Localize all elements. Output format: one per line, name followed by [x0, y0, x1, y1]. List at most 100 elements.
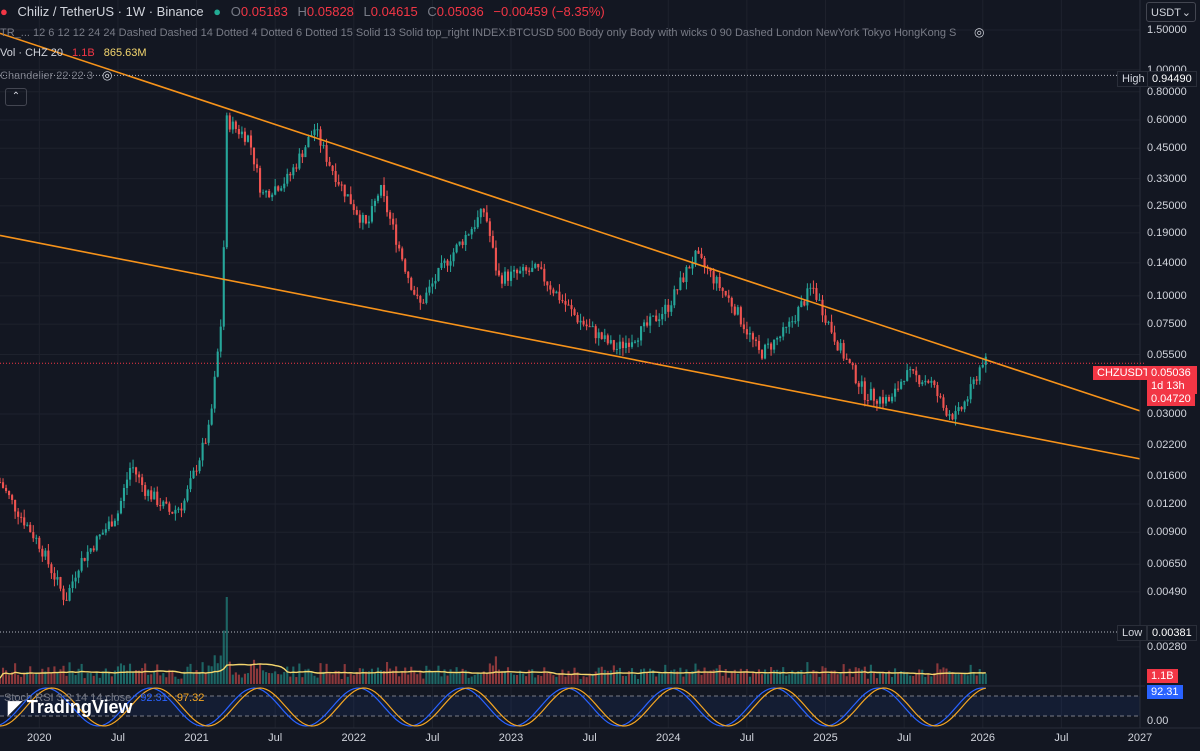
volume-bar: [47, 667, 50, 684]
candle-body: [760, 349, 764, 359]
volume-bar: [298, 663, 301, 684]
candle-body: [627, 342, 631, 347]
symbol-title[interactable]: Chiliz / TetherUS · 1W · Binance: [17, 4, 203, 19]
candle-body: [930, 380, 933, 383]
visibility-eye-icon[interactable]: ◎: [974, 25, 984, 39]
price-axis-label: 0.80000: [1147, 85, 1187, 98]
candle-body: [343, 184, 346, 197]
volume-bar: [452, 673, 455, 684]
candle-body: [757, 340, 761, 350]
volume-bar: [373, 673, 377, 684]
chart-canvas[interactable]: [0, 0, 1200, 751]
candle-body: [912, 369, 915, 371]
volume-bar: [38, 672, 41, 684]
high-value: 0.05828: [306, 4, 354, 19]
volume-bar: [389, 668, 392, 684]
volume-bar: [630, 668, 634, 684]
stoch-k-value: 92.31: [140, 692, 168, 704]
volume-bar: [8, 675, 11, 684]
candle-body: [216, 351, 219, 377]
chandelier-eye-icon[interactable]: ◎: [102, 68, 112, 82]
candle-body: [1, 482, 5, 488]
candle-body: [243, 131, 246, 142]
volume-bar: [500, 671, 504, 684]
candle-body: [742, 324, 745, 330]
volume-legend[interactable]: Vol · CHZ 20 1.1B 865.63M: [0, 47, 153, 59]
candle-body: [389, 212, 392, 219]
volume-bar: [757, 669, 761, 684]
chandelier-legend[interactable]: Chandelier 22 22 3 ◎: [0, 68, 119, 82]
indicator-legend[interactable]: TR_... 12 6 12 12 24 24 Dashed Dashed 14…: [0, 27, 960, 39]
volume-bar: [685, 669, 688, 684]
candle-body: [573, 309, 576, 316]
candle-body: [488, 221, 491, 236]
volume-bar: [262, 670, 265, 684]
candle-body: [144, 485, 147, 496]
collapse-legend-button[interactable]: ⌃: [5, 88, 27, 106]
volume-bar: [739, 668, 742, 684]
candle-body: [455, 244, 458, 253]
stoch-d-value: 97.32: [176, 692, 205, 704]
volume-bar: [643, 668, 646, 684]
candle-body: [824, 315, 827, 323]
candle-body: [413, 289, 416, 295]
candle-body: [600, 332, 603, 339]
candle-body: [449, 261, 452, 266]
candle-body: [156, 491, 159, 506]
volume-bar: [343, 664, 346, 684]
candle-body: [636, 340, 640, 342]
volume-bar: [615, 670, 618, 684]
time-axis-label: 2023: [498, 732, 524, 744]
volume-bar: [921, 669, 924, 684]
candle-body: [482, 208, 485, 213]
volume-bar: [165, 677, 168, 684]
candle-body: [162, 501, 165, 507]
currency-selector[interactable]: USDT ⌄: [1146, 2, 1196, 22]
volume-bar: [440, 676, 443, 684]
candle-body: [174, 509, 177, 514]
volume-bar: [582, 676, 585, 684]
candle-body: [500, 275, 504, 284]
candle-body: [361, 215, 364, 223]
candle-body: [730, 297, 733, 307]
volume-bar: [960, 673, 963, 684]
candle-body: [703, 257, 706, 267]
candle-body: [630, 342, 634, 347]
candle-body: [62, 588, 65, 600]
candle-body: [392, 218, 395, 225]
volume-bar: [62, 665, 65, 684]
volume-bar: [912, 675, 915, 684]
volume-bar: [942, 667, 945, 684]
price-axis-label: 1.50000: [1147, 24, 1187, 36]
volume-bar: [289, 676, 292, 684]
candle-body: [32, 532, 35, 539]
candle-body: [612, 340, 615, 350]
candle-body: [476, 217, 479, 228]
candle-body: [379, 184, 383, 196]
price-axis-label: 0.45000: [1147, 142, 1187, 155]
volume-bar: [131, 671, 135, 684]
volume-bar: [915, 674, 918, 684]
candle-body: [667, 304, 670, 312]
candle-body: [915, 370, 918, 376]
volume-bar: [821, 666, 824, 684]
candle-body: [531, 267, 534, 272]
volume-bar: [621, 675, 624, 684]
candle-body: [277, 186, 280, 191]
candle-body: [165, 501, 168, 504]
candle-body: [35, 537, 38, 539]
candle-body: [258, 168, 262, 193]
candle-body: [313, 129, 316, 136]
volume-bar: [174, 676, 177, 684]
volume-bar: [748, 676, 751, 684]
time-axis-label: Jul: [897, 732, 912, 744]
candle-body: [779, 336, 782, 339]
candle-body: [525, 267, 528, 271]
candle-body: [685, 267, 688, 283]
candle-body: [791, 321, 794, 323]
candle-body: [848, 359, 851, 364]
volume-bar: [918, 669, 921, 684]
candle-body: [298, 153, 301, 169]
candle-body: [664, 304, 667, 314]
volume-bar: [83, 678, 86, 684]
